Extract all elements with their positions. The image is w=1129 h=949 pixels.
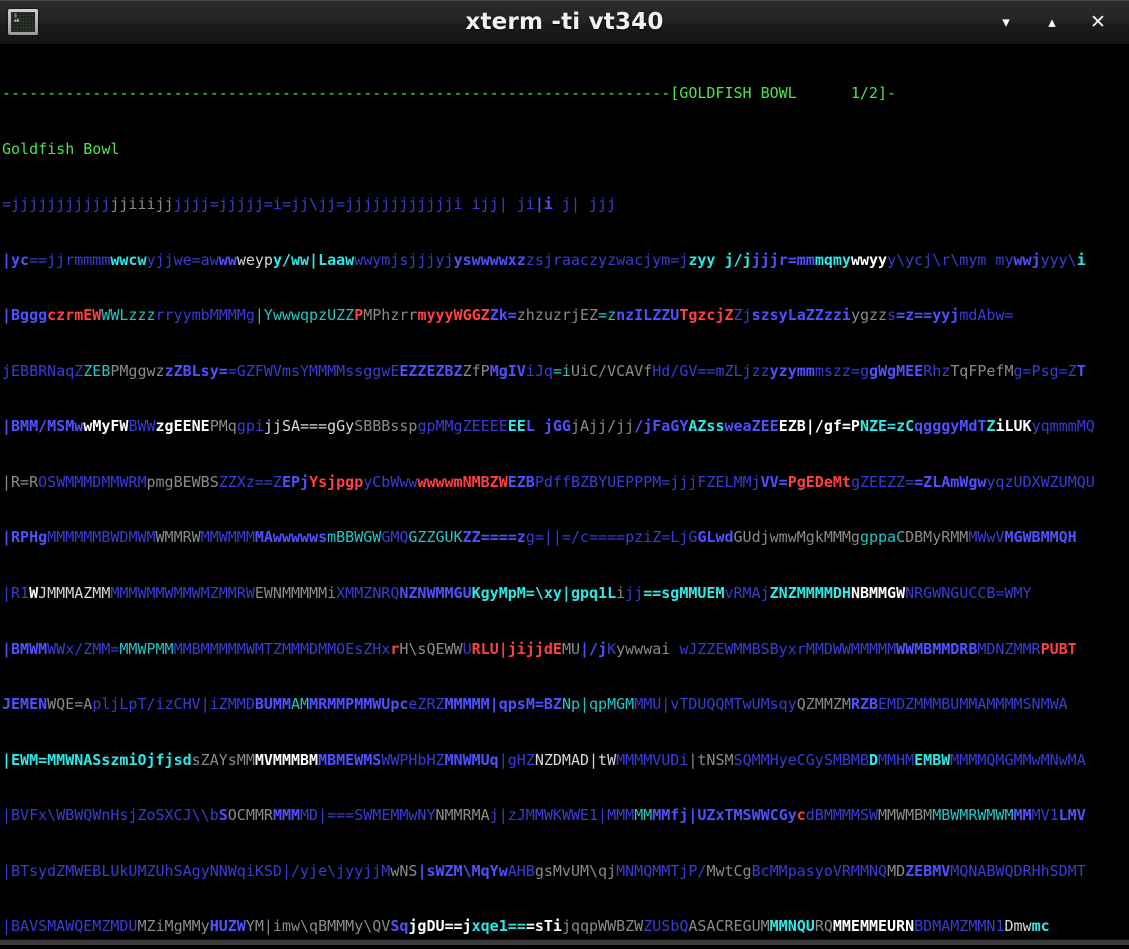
art-seg: =jjjjjjjjjjjjjiiijjjjjj=jjjjj=i=jj\jj=jj… — [2, 195, 617, 214]
status-line: ----------------------------------------… — [2, 84, 897, 103]
art-seg: |BMWMWWx/ZMM=MMWPMMMMBMMMMMWMTZMMMDMMOEs… — [2, 639, 1077, 658]
window-title: xterm -ti vt340 — [465, 9, 664, 35]
close-button[interactable]: ✕ — [1075, 2, 1121, 42]
art-line: |BAVSMAWQEMZMDUMZiMgMMyHUZWYM|imw\qBMMMy… — [2, 917, 1104, 936]
art-line: |R=ROSWMMMDMMWRMpmgBEWBSZZXz==ZEPjYsjpgp… — [2, 473, 1104, 492]
maximize-button[interactable]: ▴ — [1029, 2, 1075, 42]
art-line: |BVFx\WBWQWnHsjZoSXCJ\\bSOCMMRMMMMD|===S… — [2, 806, 1104, 825]
art-line: |BgggczrmEWWWLzzzrryymbMMMMg|YwwwqpzUZZP… — [2, 306, 1104, 325]
art-seg: jEBBRNaqZZEBPMggwzzZBLsy==GZFWVmsYMMMMss… — [2, 361, 1086, 380]
art-seg: |BTsydZMWEBLUkUMZUhSAgyNNWqiKSD|/yje\jyy… — [2, 861, 1086, 880]
art-line: |R1WJMMMAZMMMMMWMMWMMWMZMMRWEWNMMMMMiXMM… — [2, 584, 1104, 603]
art-seg: |R=ROSWMMMDMMWRMpmgBEWBSZZXz==ZEPjYsjpgp… — [2, 472, 1095, 491]
terminal-window-icon[interactable]: $_ ▪▪ — [8, 9, 38, 35]
art-line: |EWM=MMWNASszmiOjfjsdsZAYsMMMVMMMBMMBMEW… — [2, 751, 1104, 770]
window-controls: ▾ ▴ ✕ — [983, 2, 1129, 42]
art-seg: |EWM=MMWNASszmiOjfjsdsZAYsMMMVMMMBMMBMEW… — [2, 750, 1086, 769]
horizontal-scrollbar[interactable] — [0, 939, 1129, 945]
art-line: |BMM/MSMwwMyFWBWWzgEENEPMqgpijjSA===gGyS… — [2, 417, 1104, 436]
art-line: JEMENWQE=ApljLpT/izCHV|iZMMDBUMMAMMRMMPM… — [2, 695, 1104, 714]
art-seg: |RPHgMMMMMMBWDMWMWMMRWMMWMMMMAwwwwwsmBBW… — [2, 528, 1077, 547]
art-seg: |BAVSMAWQEMZMDUMZiMgMMyHUZWYM|imw\qBMMMy… — [2, 917, 1050, 936]
art-seg: |BVFx\WBWQWnHsjZoSXCJ\\bSOCMMRMMMMD|===S… — [2, 806, 1086, 825]
art-line: |BMWMWWx/ZMM=MMWPMMMMBMMMMMWMTZMMMDMMOEs… — [2, 640, 1104, 659]
art-seg: |BMM/MSMwwMyFWBWWzgEENEPMqgpijjSA===gGyS… — [2, 417, 1095, 436]
terminal-icon-glyphs: $_ ▪▪ — [14, 13, 20, 24]
art-line: |yc==jjrmmmmwwcwyjjwe=awwwweypy/ww|Laaww… — [2, 251, 1104, 270]
art-seg: JEMENWQE=ApljLpT/izCHV|iZMMDBUMMAMMRMMPM… — [2, 695, 1068, 714]
art-line: jEBBRNaqZZEBPMggwzzZBLsy==GZFWVmsYMMMMss… — [2, 362, 1104, 381]
art-seg: |yc==jjrmmmmwwcwyjjwe=awwwweypy/ww|Laaww… — [2, 250, 1086, 269]
art-seg: |BgggczrmEWWWLzzzrryymbMMMMg|YwwwqpzUZZP… — [2, 306, 1014, 325]
art-line: |RPHgMMMMMMBWDMWMWMMRWMMWMMMMAwwwwwsmBBW… — [2, 528, 1104, 547]
minimize-button[interactable]: ▾ — [983, 2, 1029, 42]
window-titlebar: $_ ▪▪ xterm -ti vt340 ▾ ▴ ✕ — [0, 0, 1129, 45]
art-seg: |R1WJMMMAZMMMMMWMMWMMWMZMMRWEWNMMMMMiXMM… — [2, 583, 1032, 602]
room-title: Goldfish Bowl — [2, 139, 120, 158]
art-line: =jjjjjjjjjjjjjiiijjjjjj=jjjjj=i=jj\jj=jj… — [2, 195, 1104, 214]
terminal-screen[interactable]: ----------------------------------------… — [0, 45, 1129, 945]
terminal-content: ----------------------------------------… — [0, 45, 1104, 945]
art-line: |BTsydZMWEBLUkUMZUhSAgyNNWqiKSD|/yje\jyy… — [2, 862, 1104, 881]
